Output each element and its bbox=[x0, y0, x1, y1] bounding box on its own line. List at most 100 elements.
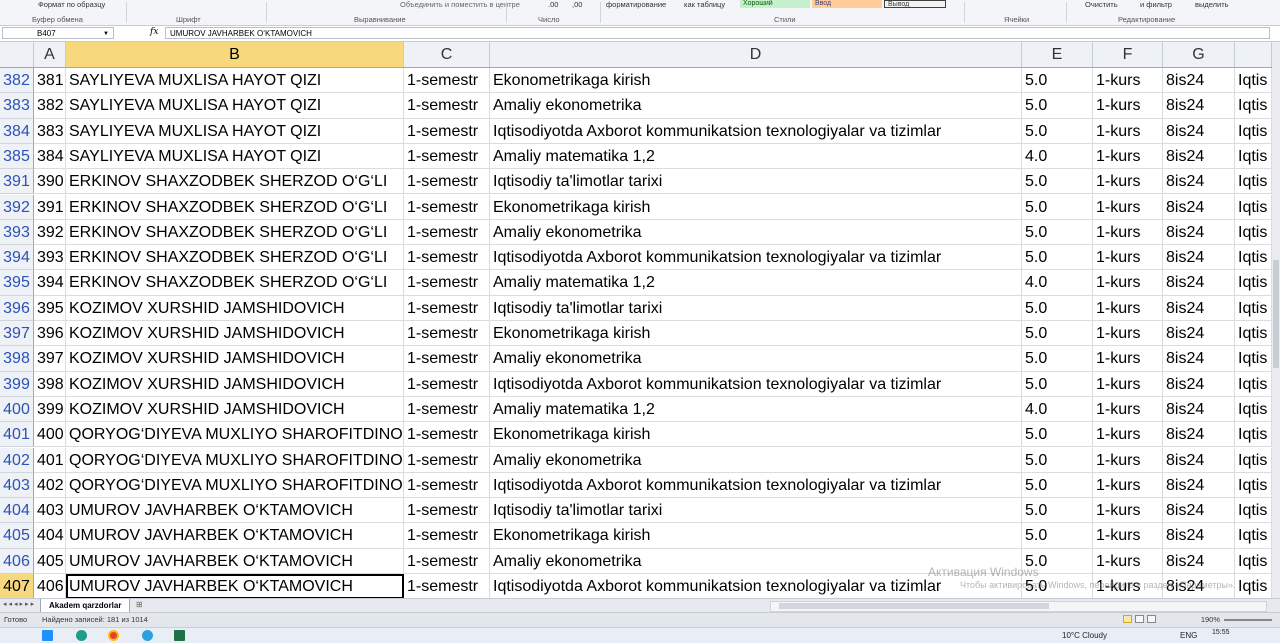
cell-a[interactable]: 384 bbox=[34, 143, 66, 170]
column-header-h[interactable] bbox=[1235, 42, 1272, 67]
row-header[interactable]: 382 bbox=[0, 68, 34, 94]
cell-a[interactable]: 395 bbox=[34, 295, 66, 321]
column-header-d[interactable]: D bbox=[490, 42, 1022, 67]
cell-f[interactable]: 1-kurs bbox=[1093, 295, 1163, 321]
cell-d[interactable]: Amaliy ekonometrika bbox=[490, 447, 1022, 473]
cell-d[interactable]: Ekonometrikaga kirish bbox=[490, 68, 1022, 94]
cell-e[interactable]: 5.0 bbox=[1022, 68, 1093, 94]
cell-e[interactable]: 5.0 bbox=[1022, 321, 1093, 347]
cell-h[interactable]: Iqtis bbox=[1235, 219, 1272, 246]
cell-b[interactable]: ERKINOV SHAXZODBEK SHERZOD O‘G‘LI bbox=[66, 245, 404, 271]
cell-f[interactable]: 1-kurs bbox=[1093, 472, 1163, 499]
search-icon[interactable] bbox=[76, 630, 87, 641]
cell-c[interactable]: 1-semestr bbox=[404, 396, 490, 423]
cell-b[interactable]: UMUROV JAVHARBEK O‘KTAMOVICH bbox=[66, 498, 404, 524]
row-header[interactable]: 403 bbox=[0, 472, 34, 499]
style-output[interactable]: Вывод bbox=[884, 0, 946, 8]
style-good[interactable]: Хороший bbox=[740, 0, 810, 8]
cell-d[interactable]: Amaliy ekonometrika bbox=[490, 346, 1022, 372]
cell-h[interactable]: Iqtis bbox=[1235, 169, 1272, 195]
cell-a[interactable]: 393 bbox=[34, 245, 66, 271]
cell-e[interactable]: 5.0 bbox=[1022, 422, 1093, 448]
cell-h[interactable]: Iqtis bbox=[1235, 194, 1272, 220]
cell-h[interactable]: Iqtis bbox=[1235, 523, 1272, 549]
cell-f[interactable]: 1-kurs bbox=[1093, 371, 1163, 397]
cell-g[interactable]: 8is24 bbox=[1163, 422, 1235, 448]
cell-a[interactable]: 402 bbox=[34, 472, 66, 499]
cell-c[interactable]: 1-semestr bbox=[404, 219, 490, 246]
cell-d[interactable]: Ekonometrikaga kirish bbox=[490, 523, 1022, 549]
cell-g[interactable]: 8is24 bbox=[1163, 523, 1235, 549]
cell-e[interactable]: 4.0 bbox=[1022, 270, 1093, 296]
sheet-tab[interactable]: Akadem qarzdorlar bbox=[40, 599, 131, 613]
cell-a[interactable]: 400 bbox=[34, 422, 66, 448]
row-header[interactable]: 394 bbox=[0, 245, 34, 271]
cell-d[interactable]: Iqtisodiyotda Axborot kommunikatsion tex… bbox=[490, 245, 1022, 271]
row-header[interactable]: 395 bbox=[0, 270, 34, 296]
row-header[interactable]: 396 bbox=[0, 295, 34, 321]
cell-g[interactable]: 8is24 bbox=[1163, 472, 1235, 499]
cell-d[interactable]: Amaliy ekonometrika bbox=[490, 219, 1022, 246]
zoom-slider[interactable] bbox=[1224, 619, 1272, 621]
row-header[interactable]: 399 bbox=[0, 371, 34, 397]
cell-g[interactable]: 8is24 bbox=[1163, 371, 1235, 397]
cell-c[interactable]: 1-semestr bbox=[404, 472, 490, 499]
cell-e[interactable]: 5.0 bbox=[1022, 118, 1093, 144]
find-select-button[interactable]: выделить bbox=[1195, 0, 1229, 10]
cell-e[interactable]: 5.0 bbox=[1022, 93, 1093, 119]
column-header-c[interactable]: C bbox=[404, 42, 490, 67]
cell-a[interactable]: 396 bbox=[34, 321, 66, 347]
vertical-scroll-thumb[interactable] bbox=[1273, 260, 1279, 368]
cell-f[interactable]: 1-kurs bbox=[1093, 447, 1163, 473]
cell-g[interactable]: 8is24 bbox=[1163, 396, 1235, 423]
cell-g[interactable]: 8is24 bbox=[1163, 143, 1235, 170]
cell-b[interactable]: QORYOG‘DIYEVA MUXLIYO SHAROFITDINOVNA bbox=[66, 472, 404, 499]
cell-b[interactable]: KOZIMOV XURSHID JAMSHIDOVICH bbox=[66, 396, 404, 423]
column-header-a[interactable]: A bbox=[34, 42, 66, 67]
cell-f[interactable]: 1-kurs bbox=[1093, 396, 1163, 423]
cell-h[interactable]: Iqtis bbox=[1235, 93, 1272, 119]
cell-b[interactable]: KOZIMOV XURSHID JAMSHIDOVICH bbox=[66, 371, 404, 397]
cell-b[interactable]: ERKINOV SHAXZODBEK SHERZOD O‘G‘LI bbox=[66, 219, 404, 246]
cell-a[interactable]: 401 bbox=[34, 447, 66, 473]
telegram-icon[interactable] bbox=[142, 630, 153, 641]
cell-e[interactable]: 5.0 bbox=[1022, 194, 1093, 220]
cell-f[interactable]: 1-kurs bbox=[1093, 118, 1163, 144]
cell-f[interactable]: 1-kurs bbox=[1093, 422, 1163, 448]
cell-b[interactable]: SAYLIYEVA MUXLISA HAYOT QIZI bbox=[66, 143, 404, 170]
merge-center-button[interactable]: Объединить и поместить в центре bbox=[400, 0, 520, 10]
chrome-icon[interactable] bbox=[108, 630, 119, 641]
cell-d[interactable]: Iqtisodiy ta'limotlar tarixi bbox=[490, 169, 1022, 195]
cell-e[interactable]: 4.0 bbox=[1022, 143, 1093, 170]
column-header-b[interactable]: B bbox=[66, 42, 404, 67]
conditional-format-button[interactable]: форматирование bbox=[606, 0, 666, 10]
vertical-scrollbar[interactable] bbox=[1272, 42, 1280, 598]
row-header[interactable]: 407 bbox=[0, 574, 34, 598]
cell-a[interactable]: 391 bbox=[34, 194, 66, 220]
page-layout-view-icon[interactable] bbox=[1135, 615, 1144, 623]
cell-b[interactable]: UMUROV JAVHARBEK O‘KTAMOVICH bbox=[66, 548, 404, 574]
cell-b[interactable]: SAYLIYEVA MUXLISA HAYOT QIZI bbox=[66, 93, 404, 119]
cell-d[interactable]: Iqtisodiyotda Axborot kommunikatsion tex… bbox=[490, 118, 1022, 144]
cell-f[interactable]: 1-kurs bbox=[1093, 194, 1163, 220]
row-header[interactable]: 385 bbox=[0, 143, 34, 170]
cell-c[interactable]: 1-semestr bbox=[404, 498, 490, 524]
cell-g[interactable]: 8is24 bbox=[1163, 194, 1235, 220]
cell-g[interactable]: 8is24 bbox=[1163, 118, 1235, 144]
cell-f[interactable]: 1-kurs bbox=[1093, 346, 1163, 372]
cell-b[interactable]: UMUROV JAVHARBEK O‘KTAMOVICH bbox=[66, 574, 404, 598]
cell-c[interactable]: 1-semestr bbox=[404, 118, 490, 144]
cell-a[interactable]: 398 bbox=[34, 371, 66, 397]
cell-h[interactable]: Iqtis bbox=[1235, 548, 1272, 574]
clock[interactable]: 15:55 bbox=[1212, 629, 1230, 636]
row-header[interactable]: 402 bbox=[0, 447, 34, 473]
page-break-view-icon[interactable] bbox=[1147, 615, 1156, 623]
cell-a[interactable]: 397 bbox=[34, 346, 66, 372]
cell-a[interactable]: 392 bbox=[34, 219, 66, 246]
cell-h[interactable]: Iqtis bbox=[1235, 422, 1272, 448]
cell-a[interactable]: 406 bbox=[34, 574, 66, 598]
cell-h[interactable]: Iqtis bbox=[1235, 498, 1272, 524]
horizontal-scroll-thumb[interactable] bbox=[779, 603, 1049, 609]
cell-h[interactable]: Iqtis bbox=[1235, 396, 1272, 423]
cell-d[interactable]: Ekonometrikaga kirish bbox=[490, 194, 1022, 220]
